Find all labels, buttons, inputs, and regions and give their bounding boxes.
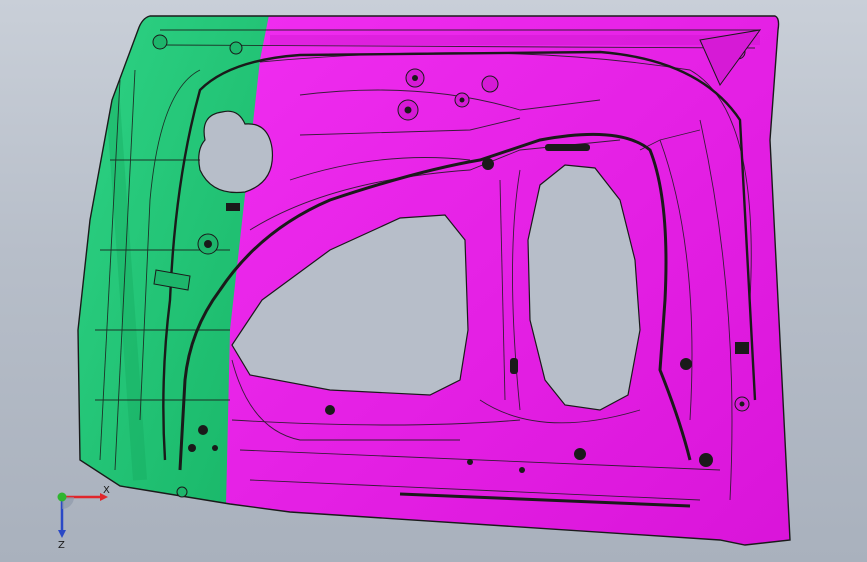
rect-slot-center bbox=[510, 358, 518, 374]
y-axis-dot bbox=[57, 492, 67, 502]
z-axis-head bbox=[58, 530, 66, 538]
clip-slot-top bbox=[545, 144, 590, 151]
z-axis-label: Z bbox=[58, 540, 65, 551]
rect-slot-left bbox=[226, 203, 240, 211]
x-axis-label: X bbox=[103, 485, 110, 496]
cad-graphics-viewport[interactable]: X Z bbox=[0, 0, 867, 562]
door-panel-model[interactable] bbox=[0, 0, 867, 562]
orientation-triad: X Z bbox=[57, 485, 110, 551]
rect-slot-right bbox=[735, 342, 749, 354]
